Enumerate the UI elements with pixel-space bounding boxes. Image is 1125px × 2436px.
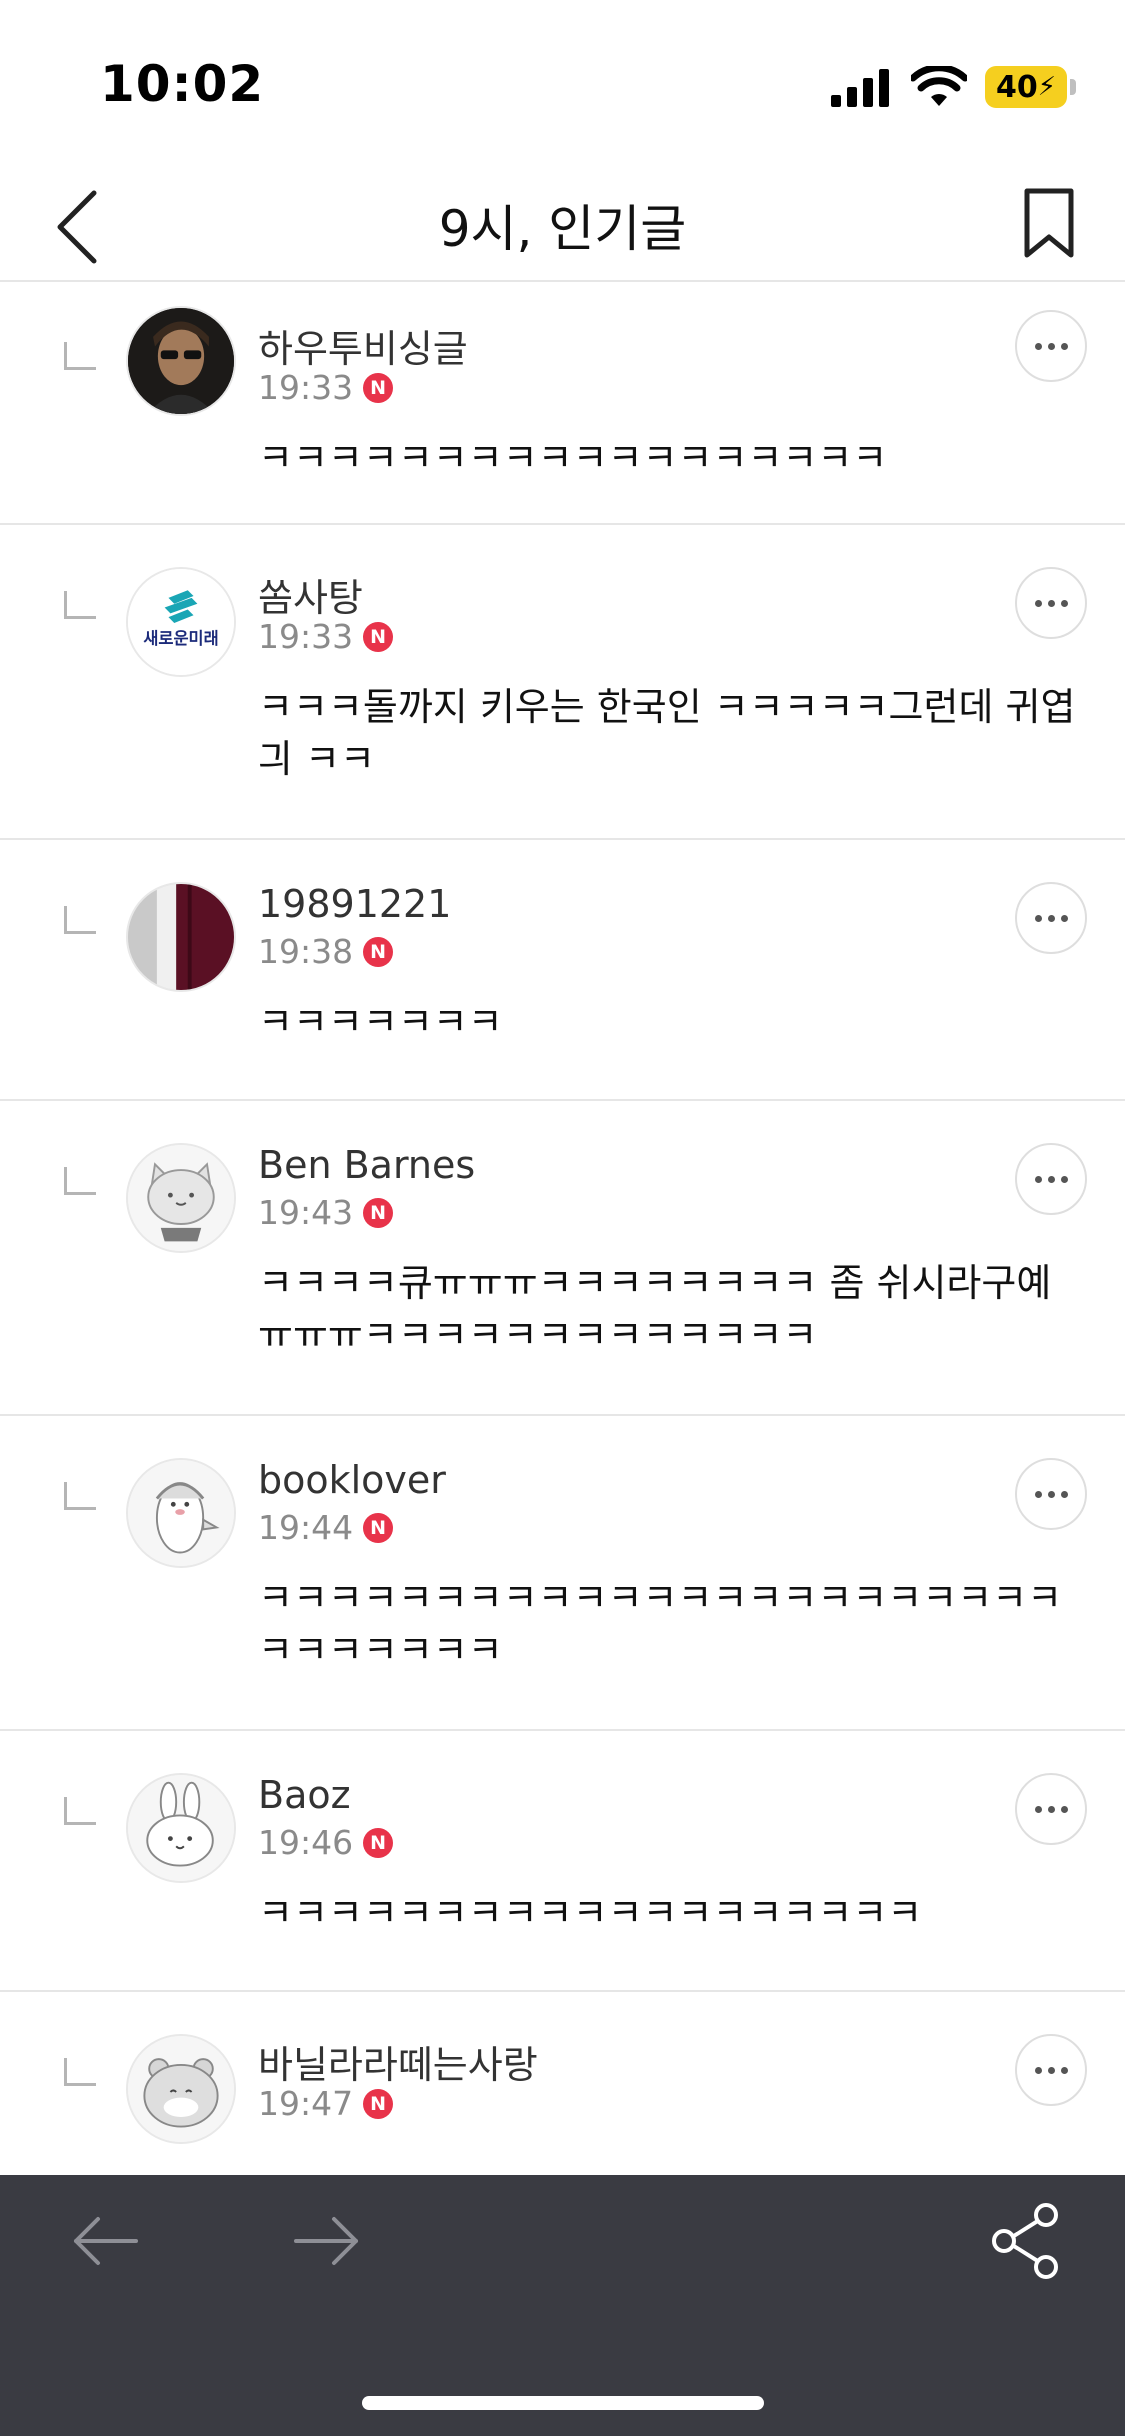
comment-meta: 19:33 N [258,617,394,656]
comment-time: 19:46 [258,1823,354,1862]
avatar[interactable] [126,882,236,992]
photo-avatar-icon [128,308,234,414]
reply-indent-icon [64,2058,96,2086]
comment-time: 19:43 [258,1193,354,1232]
comment-item: 바닐라라떼는사랑 19:47 N [0,1992,1125,2192]
comment-time: 19:33 [258,617,354,656]
avatar[interactable] [126,1143,236,1253]
comment-time: 19:44 [258,1508,354,1547]
comment-time: 19:33 [258,368,354,407]
comment-nickname[interactable]: Baoz [258,1773,351,1817]
comment-meta: 19:44 N [258,1508,394,1547]
comment-text: ㅋㅋㅋㅋㅋㅋㅋㅋㅋㅋㅋㅋㅋㅋㅋㅋㅋㅋㅋㅋㅋㅋㅋㅋㅋㅋㅋㅋㅋㅋ [258,1576,1063,1672]
comment-text: ㅋㅋㅋㅋㅋㅋㅋ [258,1000,503,1044]
comment-list: 하우투비싱글 19:33 N ㅋㅋㅋㅋㅋㅋㅋㅋㅋㅋㅋㅋㅋㅋㅋㅋㅋㅋ 새로운미래 … [0,282,1125,2192]
comment-meta: 19:43 N [258,1193,394,1232]
comment-item: 하우투비싱글 19:33 N ㅋㅋㅋㅋㅋㅋㅋㅋㅋㅋㅋㅋㅋㅋㅋㅋㅋㅋ [0,282,1125,525]
comment-nickname[interactable]: 하우투비싱글 [258,318,468,373]
comment-text: ㅋㅋㅋㅋㅋㅋㅋㅋㅋㅋㅋㅋㅋㅋㅋㅋㅋㅋㅋ [258,1891,923,1935]
new-badge: N [363,2088,394,2119]
comment-time: 19:38 [258,932,354,971]
new-badge: N [363,372,394,403]
share-icon[interactable] [980,2195,1072,2287]
more-options-button[interactable] [1015,1458,1087,1530]
reply-indent-icon [64,1167,96,1195]
more-options-button[interactable] [1015,1773,1087,1845]
comment-nickname[interactable]: 19891221 [258,882,451,926]
comment-meta: 19:38 N [258,932,394,971]
avatar[interactable]: 새로운미래 [126,567,236,677]
comment-meta: 19:46 N [258,1823,394,1862]
penguin-avatar-icon [128,1460,234,1566]
comment-text: ㅋㅋㅋㅋㅋㅋㅋㅋㅋㅋㅋㅋㅋㅋㅋㅋㅋㅋ [258,436,888,480]
comment-nickname[interactable]: 바닐라라떼는사랑 [258,2034,538,2089]
new-badge: N [363,621,394,652]
arrow-left-icon[interactable] [68,2203,144,2279]
avatar[interactable] [126,1773,236,1883]
logo-avatar-icon: 새로운미래 [128,569,234,675]
wifi-icon [911,66,967,106]
comment-time: 19:47 [258,2084,354,2123]
reply-indent-icon [64,906,96,934]
new-badge: N [363,1512,394,1543]
comment-item: Baoz 19:46 N ㅋㅋㅋㅋㅋㅋㅋㅋㅋㅋㅋㅋㅋㅋㅋㅋㅋㅋㅋ [0,1731,1125,1992]
status-icons: 40 ⚡ [831,62,1076,112]
new-badge: N [363,1197,394,1228]
comment-nickname[interactable]: booklover [258,1458,446,1502]
bunny-avatar-icon [128,1775,234,1881]
more-options-button[interactable] [1015,310,1087,382]
comment-item: 19891221 19:38 N ㅋㅋㅋㅋㅋㅋㅋ [0,840,1125,1101]
bottom-toolbar [0,2175,1125,2436]
new-badge: N [363,1827,394,1858]
battery-icon: 40 ⚡ [985,66,1076,108]
battery-level: 40 [995,69,1038,105]
new-badge: N [363,936,394,967]
comment-meta: 19:33 N [258,368,394,407]
reply-indent-icon [64,1482,96,1510]
cat-avatar-icon [128,1145,234,1251]
more-options-button[interactable] [1015,2034,1087,2106]
fabric-avatar-icon [128,884,234,990]
more-options-button[interactable] [1015,1143,1087,1215]
comment-item: 새로운미래 쏨사탕 19:33 N ㅋㅋㅋ돌까지 키우는 한국인 ㅋㅋㅋㅋㅋ그런… [0,525,1125,840]
comment-meta: 19:47 N [258,2084,394,2123]
more-options-button[interactable] [1015,567,1087,639]
reply-indent-icon [64,342,96,370]
comment-item: booklover 19:44 N ㅋㅋㅋㅋㅋㅋㅋㅋㅋㅋㅋㅋㅋㅋㅋㅋㅋㅋㅋㅋㅋㅋ… [0,1416,1125,1731]
home-indicator[interactable] [362,2396,764,2410]
status-time: 10:02 [100,55,265,113]
comment-item: Ben Barnes 19:43 N ㅋㅋㅋㅋ큐ㅠㅠㅠㅋㅋㅋㅋㅋㅋㅋㅋ 좀 쉬시… [0,1101,1125,1416]
reply-indent-icon [64,591,96,619]
arrow-right-icon[interactable] [288,2203,364,2279]
comment-nickname[interactable]: Ben Barnes [258,1143,475,1187]
avatar[interactable] [126,306,236,416]
cellular-signal-icon [831,69,889,107]
bookmark-icon[interactable] [1005,177,1095,267]
header: 9시, 인기글 [0,165,1125,282]
hamster-avatar-icon [128,2036,234,2142]
more-options-button[interactable] [1015,882,1087,954]
logo-avatar-text: 새로운미래 [143,629,218,648]
comment-nickname[interactable]: 쏨사탕 [258,567,363,622]
avatar[interactable] [126,1458,236,1568]
avatar[interactable] [126,2034,236,2144]
status-bar: 10:02 40 ⚡ [0,0,1125,165]
page-title: 9시, 인기글 [438,200,687,258]
charging-bolt-icon: ⚡ [1037,72,1056,102]
comment-text: ㅋㅋㅋㅋ큐ㅠㅠㅠㅋㅋㅋㅋㅋㅋㅋㅋ 좀 쉬시라구예 ㅠㅠㅠㅋㅋㅋㅋㅋㅋㅋㅋㅋㅋㅋㅋ… [258,1261,1052,1357]
comment-text: ㅋㅋㅋ돌까지 키우는 한국인 ㅋㅋㅋㅋㅋ그런데 귀엽긔 ㅋㅋ [258,685,1076,781]
reply-indent-icon [64,1797,96,1825]
